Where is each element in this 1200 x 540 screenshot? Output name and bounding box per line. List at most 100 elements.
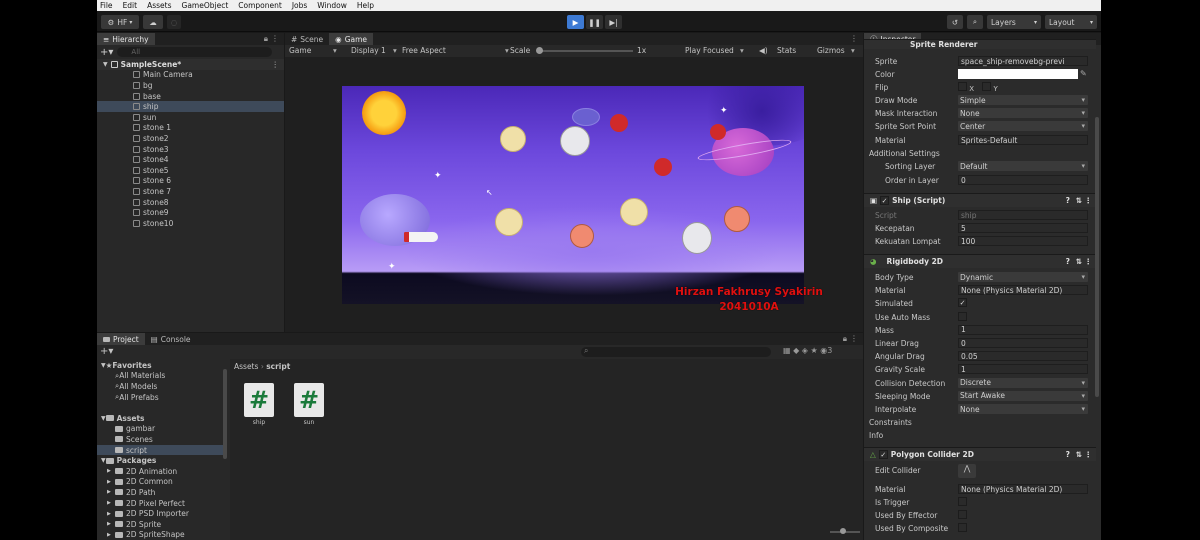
menu-assets[interactable]: Assets: [147, 1, 171, 10]
body-type-dropdown[interactable]: Dynamic: [958, 272, 1088, 282]
hierarchy-item[interactable]: stone10: [97, 218, 284, 229]
display-dropdown[interactable]: Display 1: [351, 46, 386, 55]
collider-material-field[interactable]: None (Physics Material 2D): [958, 484, 1088, 494]
icon-size-handle[interactable]: [840, 528, 846, 534]
menu-edit[interactable]: Edit: [123, 1, 138, 10]
tree-item[interactable]: gambar: [97, 424, 227, 435]
settings-icon[interactable]: ⇅: [1076, 257, 1082, 266]
hierarchy-item[interactable]: stone8: [97, 197, 284, 208]
mass-field[interactable]: 1: [958, 324, 1088, 335]
history-button[interactable]: ↺: [947, 15, 963, 29]
tree-section[interactable]: ▼ Assets: [97, 413, 227, 424]
material-field[interactable]: None (Physics Material 2D): [958, 285, 1088, 296]
composite-checkbox[interactable]: [958, 523, 967, 532]
ship-script-header[interactable]: ▣ ✓ Ship (Script) ? ⇅ ⋮: [864, 193, 1096, 207]
interp-dropdown[interactable]: None: [958, 404, 1088, 414]
sleep-dropdown[interactable]: Start Awake: [958, 390, 1088, 401]
hierarchy-item[interactable]: base: [97, 91, 284, 102]
breadcrumb-assets[interactable]: Assets: [234, 362, 258, 371]
account-button[interactable]: ⚙ HF ▾: [101, 15, 139, 29]
hierarchy-item[interactable]: stone4: [97, 154, 284, 165]
menu-gameobject[interactable]: GameObject: [182, 1, 229, 10]
cloud-button[interactable]: ☁: [143, 15, 163, 29]
flip-x-checkbox[interactable]: [958, 82, 967, 91]
add-icon[interactable]: +▾: [100, 47, 113, 58]
rigidbody-header[interactable]: ◕ Rigidbody 2D ? ⇅ ⋮: [864, 254, 1096, 268]
settings-icon[interactable]: ⇅: [1076, 450, 1082, 459]
tab-scene[interactable]: # Scene: [285, 33, 329, 45]
tree-item[interactable]: script: [97, 444, 227, 456]
more-icon[interactable]: ⋮: [1085, 257, 1093, 266]
hierarchy-item[interactable]: stone2: [97, 133, 284, 144]
aspect-dropdown[interactable]: Free Aspect: [402, 46, 446, 55]
game-view[interactable]: ✦ ✦ ✦ ↖: [342, 86, 804, 304]
auto-mass-checkbox[interactable]: [958, 311, 967, 321]
tab-game[interactable]: ◉ Game: [329, 33, 374, 45]
tree-item[interactable]: ▶ 2D Path: [97, 487, 227, 498]
hierarchy-item[interactable]: stone3: [97, 144, 284, 155]
tree-item[interactable]: ▶ 2D SpriteShape: [97, 530, 227, 540]
sprite-field[interactable]: space_ship-removebg-previ: [958, 56, 1088, 66]
tree-item[interactable]: ▶ 2D Sprite: [97, 519, 227, 530]
hierarchy-item[interactable]: Main Camera: [97, 70, 284, 81]
constraints-label[interactable]: Constraints: [869, 418, 912, 427]
tree-section[interactable]: ▼ Packages: [97, 455, 227, 466]
menu-file[interactable]: File: [100, 1, 113, 10]
effector-checkbox[interactable]: [958, 510, 967, 519]
material-field[interactable]: Sprites-Default: [958, 135, 1088, 145]
tree-scrollbar[interactable]: [223, 369, 227, 459]
order-field[interactable]: 0: [958, 175, 1088, 185]
hierarchy-item[interactable]: bg: [97, 80, 284, 91]
mask-dropdown[interactable]: None: [958, 108, 1088, 118]
search-button[interactable]: ⌕: [967, 15, 983, 29]
lock-icon[interactable]: 🔒︎: [843, 334, 847, 344]
jump-field[interactable]: 100: [958, 236, 1088, 246]
tab-project[interactable]: Project: [97, 333, 145, 345]
tree-item[interactable]: ⌕ All Models: [97, 381, 227, 392]
filter-icon[interactable]: ▦ ◆ ◈ ★ ◉3: [783, 346, 832, 355]
angular-field[interactable]: 0.05: [958, 351, 1088, 362]
lock-icon[interactable]: 🔒︎: [264, 34, 268, 44]
edit-collider-button[interactable]: ⋀: [958, 464, 976, 478]
tree-item[interactable]: ▶ 2D PSD Importer: [97, 508, 227, 519]
hierarchy-item[interactable]: stone5: [97, 165, 284, 176]
icon-size-slider[interactable]: [830, 528, 860, 534]
inspector-scrollbar[interactable]: [1095, 117, 1099, 397]
tree-item[interactable]: ▶ 2D Common: [97, 477, 227, 488]
menu-help[interactable]: Help: [357, 1, 374, 10]
menu-component[interactable]: Component: [238, 1, 282, 10]
tab-hierarchy[interactable]: ≡ Hierarchy: [97, 33, 155, 45]
tree-section[interactable]: ▼ ★ Favorites: [97, 360, 227, 371]
help-icon[interactable]: ?: [1066, 257, 1070, 266]
tree-item[interactable]: ⌕ All Prefabs: [97, 392, 227, 403]
project-search-input[interactable]: ⌕: [581, 346, 771, 357]
file-ship[interactable]: # ship: [244, 383, 274, 426]
draw-mode-dropdown[interactable]: Simple: [958, 95, 1088, 105]
menu-window[interactable]: Window: [317, 1, 347, 10]
color-field[interactable]: [958, 69, 1078, 79]
info-label[interactable]: Info: [869, 431, 883, 440]
trigger-checkbox[interactable]: [958, 497, 967, 506]
sprite-renderer-header[interactable]: Sprite Renderer: [864, 39, 1096, 49]
step-button[interactable]: ▶|: [605, 15, 622, 29]
breadcrumb-script[interactable]: script: [266, 362, 290, 371]
pause-button[interactable]: ❚❚: [586, 15, 603, 29]
menu-jobs[interactable]: Jobs: [292, 1, 307, 10]
gizmos-toggle[interactable]: Gizmos: [817, 46, 845, 55]
tab-console[interactable]: ▤ Console: [145, 333, 197, 345]
hierarchy-item[interactable]: sun: [97, 112, 284, 123]
sorting-layer-dropdown[interactable]: Default: [958, 161, 1088, 171]
settings-icon[interactable]: ⇅: [1076, 196, 1082, 205]
add-icon[interactable]: +▾: [100, 346, 113, 357]
layers-dropdown[interactable]: Layers ▾: [987, 15, 1041, 29]
more-icon[interactable]: ⋮: [1085, 196, 1093, 205]
ship-script-enabled-checkbox[interactable]: ✓: [880, 196, 890, 205]
more-icon[interactable]: ⋮: [271, 34, 279, 43]
simulated-checkbox[interactable]: ✓: [958, 298, 967, 308]
linear-field[interactable]: 0: [958, 338, 1088, 348]
more-icon[interactable]: ⋮: [1085, 450, 1093, 459]
scale-slider-handle[interactable]: [536, 47, 543, 54]
collab-button[interactable]: ◌: [167, 15, 181, 29]
play-button[interactable]: ▶: [567, 15, 584, 29]
tree-item[interactable]: ▶ 2D Pixel Perfect: [97, 498, 227, 509]
